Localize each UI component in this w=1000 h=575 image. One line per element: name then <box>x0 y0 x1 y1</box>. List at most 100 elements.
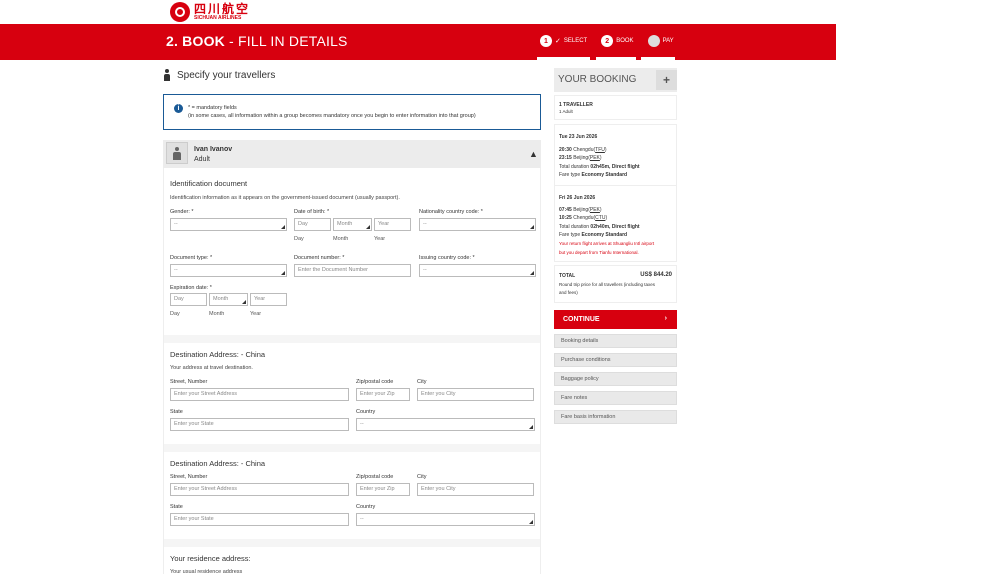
logo-chinese-name: 四川航空 <box>194 2 251 16</box>
dob-day-hint: Day <box>294 236 304 242</box>
nationality-label: Nationality country code: * <box>419 209 483 215</box>
info-icon: i <box>174 104 183 113</box>
purchase-conditions-button[interactable]: Purchase conditions <box>554 353 677 367</box>
outbound-departure: 20:30 Chengdu(TFU) <box>559 147 607 153</box>
progress-steps: 1 ✓ SELECT 2 BOOK PAY <box>540 34 688 48</box>
return-duration: Total duration 02h40m, Direct flight <box>559 224 640 230</box>
country-select[interactable]: -- <box>356 513 535 526</box>
airline-logo[interactable]: 四川航空 SICHUAN AIRLINES <box>170 2 250 22</box>
page-header: 2. BOOK - FILL IN DETAILS 1 ✓ SELECT 2 B… <box>0 24 836 60</box>
docnum-label: Document number: * <box>294 255 345 261</box>
street-input[interactable]: Enter your Street Address <box>170 388 349 401</box>
doctype-label: Document type: * <box>170 255 213 261</box>
outbound-duration: Total duration 02h45m, Direct flight <box>559 164 640 170</box>
airport-warning: but you depart from Tianfu International… <box>559 250 639 255</box>
section-title: Specify your travellers <box>177 69 276 81</box>
city-input[interactable]: Enter you City <box>417 388 534 401</box>
step-number <box>647 35 660 47</box>
plus-icon[interactable]: + <box>656 70 677 90</box>
doctype-select[interactable]: -- <box>170 264 287 277</box>
section-header: Specify your travellers <box>163 69 275 81</box>
dob-month-select[interactable]: Month <box>333 218 372 231</box>
logo-bird-icon <box>170 2 190 22</box>
id-doc-title: Identification document <box>170 179 248 188</box>
gender-label: Gender: * <box>170 209 194 215</box>
gender-select[interactable]: -- <box>170 218 287 231</box>
exp-year-hint: Year <box>250 311 262 317</box>
step-underline <box>641 57 675 60</box>
total-price: US$ 844.20 <box>640 272 672 278</box>
person-icon <box>173 147 181 160</box>
residence-title: Your residence address: <box>170 554 251 563</box>
traveller-header[interactable]: Ivan Ivanov Adult ▲ <box>163 140 541 168</box>
step-select[interactable]: 1 ✓ SELECT <box>540 34 587 48</box>
id-doc-desc: Identification information as it appears… <box>170 195 400 201</box>
city-input[interactable]: Enter you City <box>417 483 534 496</box>
total-card: TOTAL US$ 844.20 Round trip price for al… <box>554 265 677 303</box>
check-icon: ✓ <box>555 38 561 45</box>
person-icon <box>163 69 171 81</box>
issuing-select[interactable]: -- <box>419 264 536 277</box>
step-underline <box>537 57 590 60</box>
return-date: Fri 26 Jun 2026 <box>559 195 596 201</box>
chevron-up-icon[interactable]: ▲ <box>529 149 538 159</box>
divider <box>555 185 676 186</box>
step-label: PAY <box>662 38 674 44</box>
dest1-title: Destination Address: - China <box>170 350 266 359</box>
residence-desc: Your usual residence address <box>170 569 243 575</box>
dob-day-field[interactable]: Day <box>294 218 331 231</box>
exp-day-field[interactable]: Day <box>170 293 207 306</box>
step-book: 2 BOOK <box>601 34 634 48</box>
top-bar: 四川航空 SICHUAN AIRLINES <box>0 0 1000 24</box>
zip-label: Zip/postal code <box>356 474 394 480</box>
state-input[interactable]: Enter your State <box>170 513 349 526</box>
traveller-breakdown: 1 Adult <box>559 109 573 114</box>
step-label: BOOK <box>616 38 634 44</box>
nationality-select[interactable]: -- <box>419 218 536 231</box>
divider <box>164 444 540 452</box>
total-note: Round trip price for all travellers (inc… <box>559 282 656 287</box>
booking-title: YOUR BOOKING <box>558 74 637 85</box>
street-input[interactable]: Enter your Street Address <box>170 483 349 496</box>
divider <box>164 335 540 343</box>
dob-year-field[interactable]: Year <box>374 218 411 231</box>
outbound-date: Tue 23 Jun 2026 <box>559 134 598 140</box>
exp-year-field[interactable]: Year <box>250 293 287 306</box>
state-input[interactable]: Enter your State <box>170 418 349 431</box>
form-panel: Identification document Identification i… <box>163 168 541 575</box>
baggage-policy-button[interactable]: Baggage policy <box>554 372 677 386</box>
traveller-name: Ivan Ivanov <box>194 146 233 153</box>
exp-month-hint: Month <box>209 311 225 317</box>
country-select[interactable]: -- <box>356 418 535 431</box>
booking-header: YOUR BOOKING + <box>554 68 677 92</box>
info-line: * = mandatory fields <box>188 105 237 111</box>
fare-notes-button[interactable]: Fare notes <box>554 391 677 405</box>
outbound-fare: Fare type Economy Standard <box>559 172 628 178</box>
return-fare: Fare type Economy Standard <box>559 232 628 238</box>
state-label: State <box>170 504 183 510</box>
city-label: City <box>417 474 427 480</box>
fare-basis-button[interactable]: Fare basis information <box>554 410 677 424</box>
return-arrival: 10:25 Chengdu(CTU) <box>559 215 608 221</box>
return-departure: 07:45 Beijing(PEK) <box>559 207 602 213</box>
dob-year-hint: Year <box>374 236 386 242</box>
step-pay: PAY <box>647 34 674 48</box>
info-box: i * = mandatory fields (in some cases, a… <box>163 94 541 130</box>
booking-details-button[interactable]: Booking details <box>554 334 677 348</box>
continue-button[interactable]: CONTINUE › <box>554 310 677 329</box>
outbound-arrival: 23:15 Beijing(PEK) <box>559 155 602 161</box>
zip-label: Zip/postal code <box>356 379 394 385</box>
city-label: City <box>417 379 427 385</box>
exp-label: Expiration date: * <box>170 285 212 291</box>
total-label: TOTAL <box>559 273 576 279</box>
page-title: 2. BOOK - FILL IN DETAILS <box>166 33 348 49</box>
docnum-input[interactable]: Enter the Document Number <box>294 264 411 277</box>
chevron-right-icon: › <box>664 315 667 322</box>
state-label: State <box>170 409 183 415</box>
zip-input[interactable]: Enter your Zip <box>356 483 410 496</box>
zip-input[interactable]: Enter your Zip <box>356 388 410 401</box>
traveller-form: Specify your travellers i * = mandatory … <box>163 66 543 575</box>
itinerary-card: Tue 23 Jun 2026 20:30 Chengdu(TFU) 23:15… <box>554 124 677 262</box>
country-label: Country <box>356 409 376 415</box>
exp-month-select[interactable]: Month <box>209 293 248 306</box>
